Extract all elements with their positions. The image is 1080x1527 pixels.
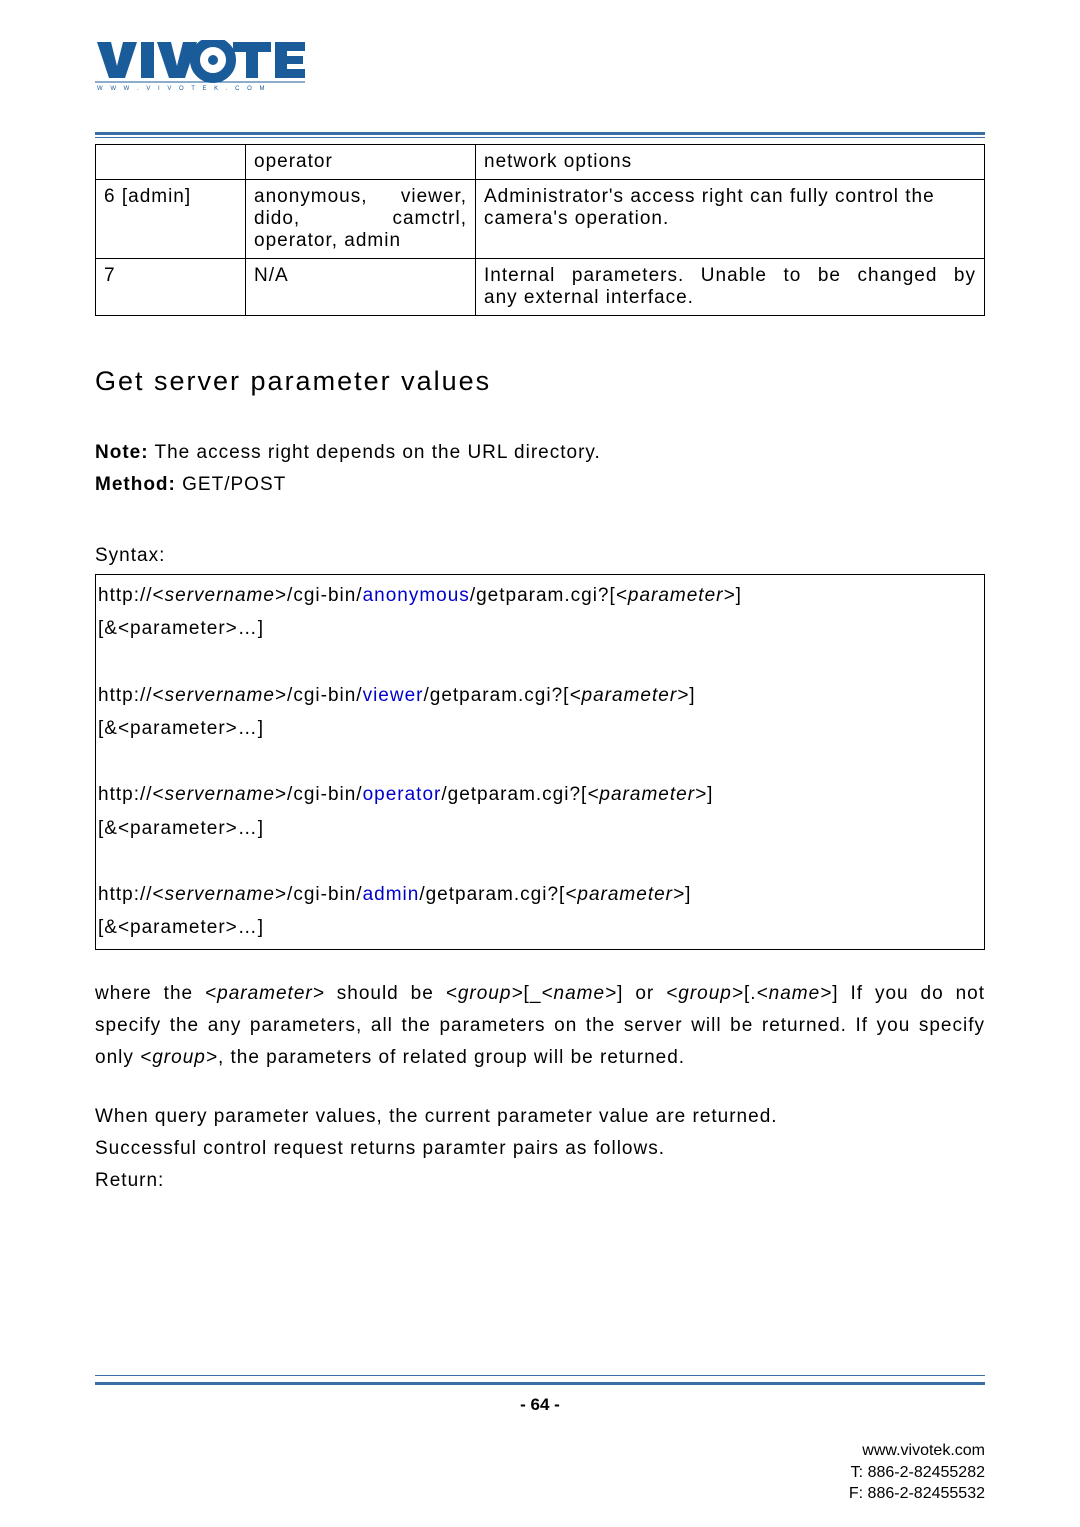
table-row: operator network options bbox=[96, 145, 985, 180]
paragraph: Successful control request returns param… bbox=[95, 1133, 985, 1165]
footer-fax: F: 886-2-82455532 bbox=[849, 1483, 985, 1505]
syntax-box: http://<servername>/cgi-bin/anonymous/ge… bbox=[95, 574, 985, 950]
return-label: Return: bbox=[95, 1165, 985, 1197]
footer-rules bbox=[95, 1375, 985, 1387]
cell: N/A bbox=[246, 259, 476, 316]
note-text: The access right depends on the URL dire… bbox=[149, 442, 601, 463]
footer-tel: T: 886-2-82455282 bbox=[849, 1462, 985, 1484]
syntax-line: [&<parameter>…] bbox=[98, 712, 982, 745]
privilege-table: operator network options 6 [admin] anony… bbox=[95, 144, 985, 316]
role-admin: admin bbox=[363, 884, 420, 905]
cell: Internal parameters. Unable to be change… bbox=[476, 259, 985, 316]
role-operator: operator bbox=[363, 784, 442, 805]
footer-contact: www.vivotek.com T: 886-2-82455282 F: 886… bbox=[849, 1440, 985, 1505]
section-heading: Get server parameter values bbox=[95, 366, 985, 397]
page-number: - 64 - bbox=[0, 1395, 1080, 1415]
cell: network options bbox=[476, 145, 985, 180]
note-label: Note: bbox=[95, 442, 149, 463]
header-rule-thick bbox=[95, 132, 985, 135]
cell: 6 [admin] bbox=[96, 180, 246, 259]
syntax-line: [&<parameter>…] bbox=[98, 812, 982, 845]
svg-text:W W W . V I V O T E K . C O M: W W W . V I V O T E K . C O M bbox=[97, 86, 267, 92]
cell bbox=[96, 145, 246, 180]
role-anonymous: anonymous bbox=[363, 585, 470, 606]
footer-url: www.vivotek.com bbox=[849, 1440, 985, 1462]
syntax-line: http://<servername>/cgi-bin/operator/get… bbox=[98, 778, 982, 811]
syntax-line: http://<servername>/cgi-bin/viewer/getpa… bbox=[98, 679, 982, 712]
paragraph: When query parameter values, the current… bbox=[95, 1101, 985, 1133]
syntax-line: [&<parameter>…] bbox=[98, 612, 982, 645]
note-line: Note: The access right depends on the UR… bbox=[95, 437, 985, 469]
syntax-line: http://<servername>/cgi-bin/admin/getpar… bbox=[98, 878, 982, 911]
header-rule-thin bbox=[95, 137, 985, 138]
cell: operator bbox=[246, 145, 476, 180]
brand-logo: W W W . V I V O T E K . C O M bbox=[95, 40, 985, 102]
paragraph: where the <parameter> should be <group>[… bbox=[95, 978, 985, 1075]
syntax-label: Syntax: bbox=[95, 540, 985, 572]
table-row: 6 [admin] anonymous, viewer, dido, camct… bbox=[96, 180, 985, 259]
cell: Administrator's access right can fully c… bbox=[476, 180, 985, 259]
table-row: 7 N/A Internal parameters. Unable to be … bbox=[96, 259, 985, 316]
syntax-line: http://<servername>/cgi-bin/anonymous/ge… bbox=[98, 579, 982, 612]
cell: 7 bbox=[96, 259, 246, 316]
method-label: Method: bbox=[95, 474, 176, 495]
method-line: Method: GET/POST bbox=[95, 469, 985, 501]
role-viewer: viewer bbox=[363, 685, 424, 706]
method-text: GET/POST bbox=[176, 474, 286, 495]
syntax-line: [&<parameter>…] bbox=[98, 911, 982, 944]
cell: anonymous, viewer, dido, camctrl, operat… bbox=[246, 180, 476, 259]
